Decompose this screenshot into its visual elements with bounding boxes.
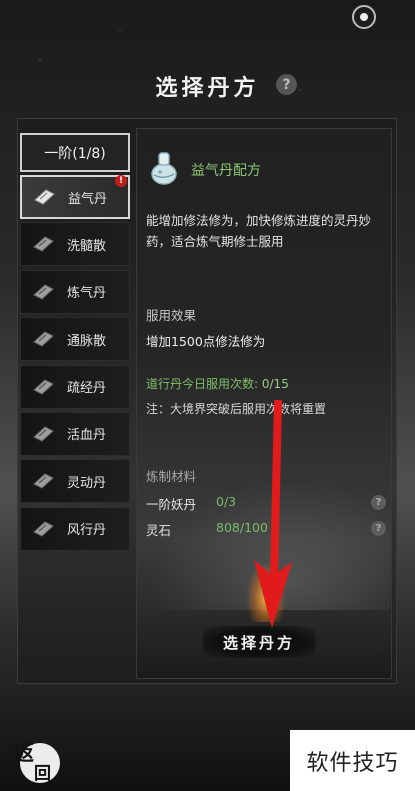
pill-item-tongmai[interactable]: 通脉散 (20, 317, 130, 362)
page-title: 选择丹方 (155, 75, 260, 101)
pill-item-shujing[interactable]: 疏经丹 (20, 364, 130, 409)
back-char-1: 返 (14, 741, 34, 765)
pill-item-lianqi[interactable]: 炼气丹 (20, 269, 130, 314)
material-help-icon[interactable]: ? (371, 495, 386, 510)
back-button[interactable]: 返 回 (12, 737, 62, 787)
recipe-description: 能增加修法修为，加快修炼进度的灵丹妙药，适合炼气期修士服用 (146, 213, 372, 249)
scroll-icon (33, 284, 54, 300)
red-arrow-annotation (254, 400, 292, 628)
reset-note: 注：大境界突破后服用次数将重置 (146, 402, 327, 416)
pill-label: 通脉散 (67, 333, 107, 349)
help-icon[interactable]: ? (276, 74, 297, 95)
effect-label: 服用效果 (146, 308, 197, 323)
daily-usage-label: 道行丹今日服用次数: (146, 377, 259, 391)
pill-label: 疏经丹 (67, 381, 107, 397)
pill-item-xisui[interactable]: 洗髓散 (20, 222, 130, 267)
pill-item-huoxue[interactable]: 活血丹 (20, 411, 130, 456)
floating-menu-icon[interactable] (352, 5, 376, 29)
pill-item-fengxing[interactable]: 风行丹 (20, 506, 130, 551)
alert-badge: ! (115, 175, 127, 187)
pill-label: 灵动丹 (67, 475, 107, 491)
scroll-icon (33, 378, 54, 395)
pill-label: 风行丹 (67, 523, 107, 539)
daily-usage-count: 0/15 (261, 377, 289, 391)
pill-label: 活血丹 (67, 428, 107, 444)
scroll-icon (34, 189, 55, 205)
materials-label: 炼制材料 (146, 469, 197, 484)
scroll-icon (33, 331, 54, 347)
scroll-icon (33, 426, 54, 442)
scroll-icon (33, 473, 54, 489)
material-help-icon[interactable]: ? (371, 521, 386, 536)
material-name: 一阶妖丹 (146, 497, 197, 512)
select-recipe-button[interactable]: 选择丹方 (203, 626, 315, 658)
scroll-icon (33, 236, 54, 252)
pill-item-yiqi[interactable]: 益气丹 ! (20, 175, 130, 219)
pill-label: 益气丹 (68, 191, 108, 207)
recipe-name: 益气丹配方 (191, 163, 261, 179)
material-name: 灵石 (146, 523, 172, 538)
daily-usage: 道行丹今日服用次数: 0/15 (146, 375, 289, 392)
material-count: 0/3 (216, 494, 237, 509)
effect-value: 增加1500点修法修为 (146, 334, 266, 349)
scroll-icon (33, 521, 54, 537)
pill-label: 炼气丹 (67, 286, 107, 302)
pill-list: 益气丹 ! 洗髓散 炼气丹 通脉散 疏经丹 活血丹 灵动丹 风行丹 (20, 175, 130, 554)
watermark: 软件技巧 (290, 730, 415, 791)
pill-item-lingdong[interactable]: 灵动丹 (20, 459, 130, 504)
back-char-2: 回 (34, 764, 51, 784)
elixir-gourd-icon (151, 152, 177, 185)
pill-label: 洗髓散 (67, 238, 107, 254)
tier-selector-button[interactable]: 一阶(1/8) (20, 133, 130, 172)
